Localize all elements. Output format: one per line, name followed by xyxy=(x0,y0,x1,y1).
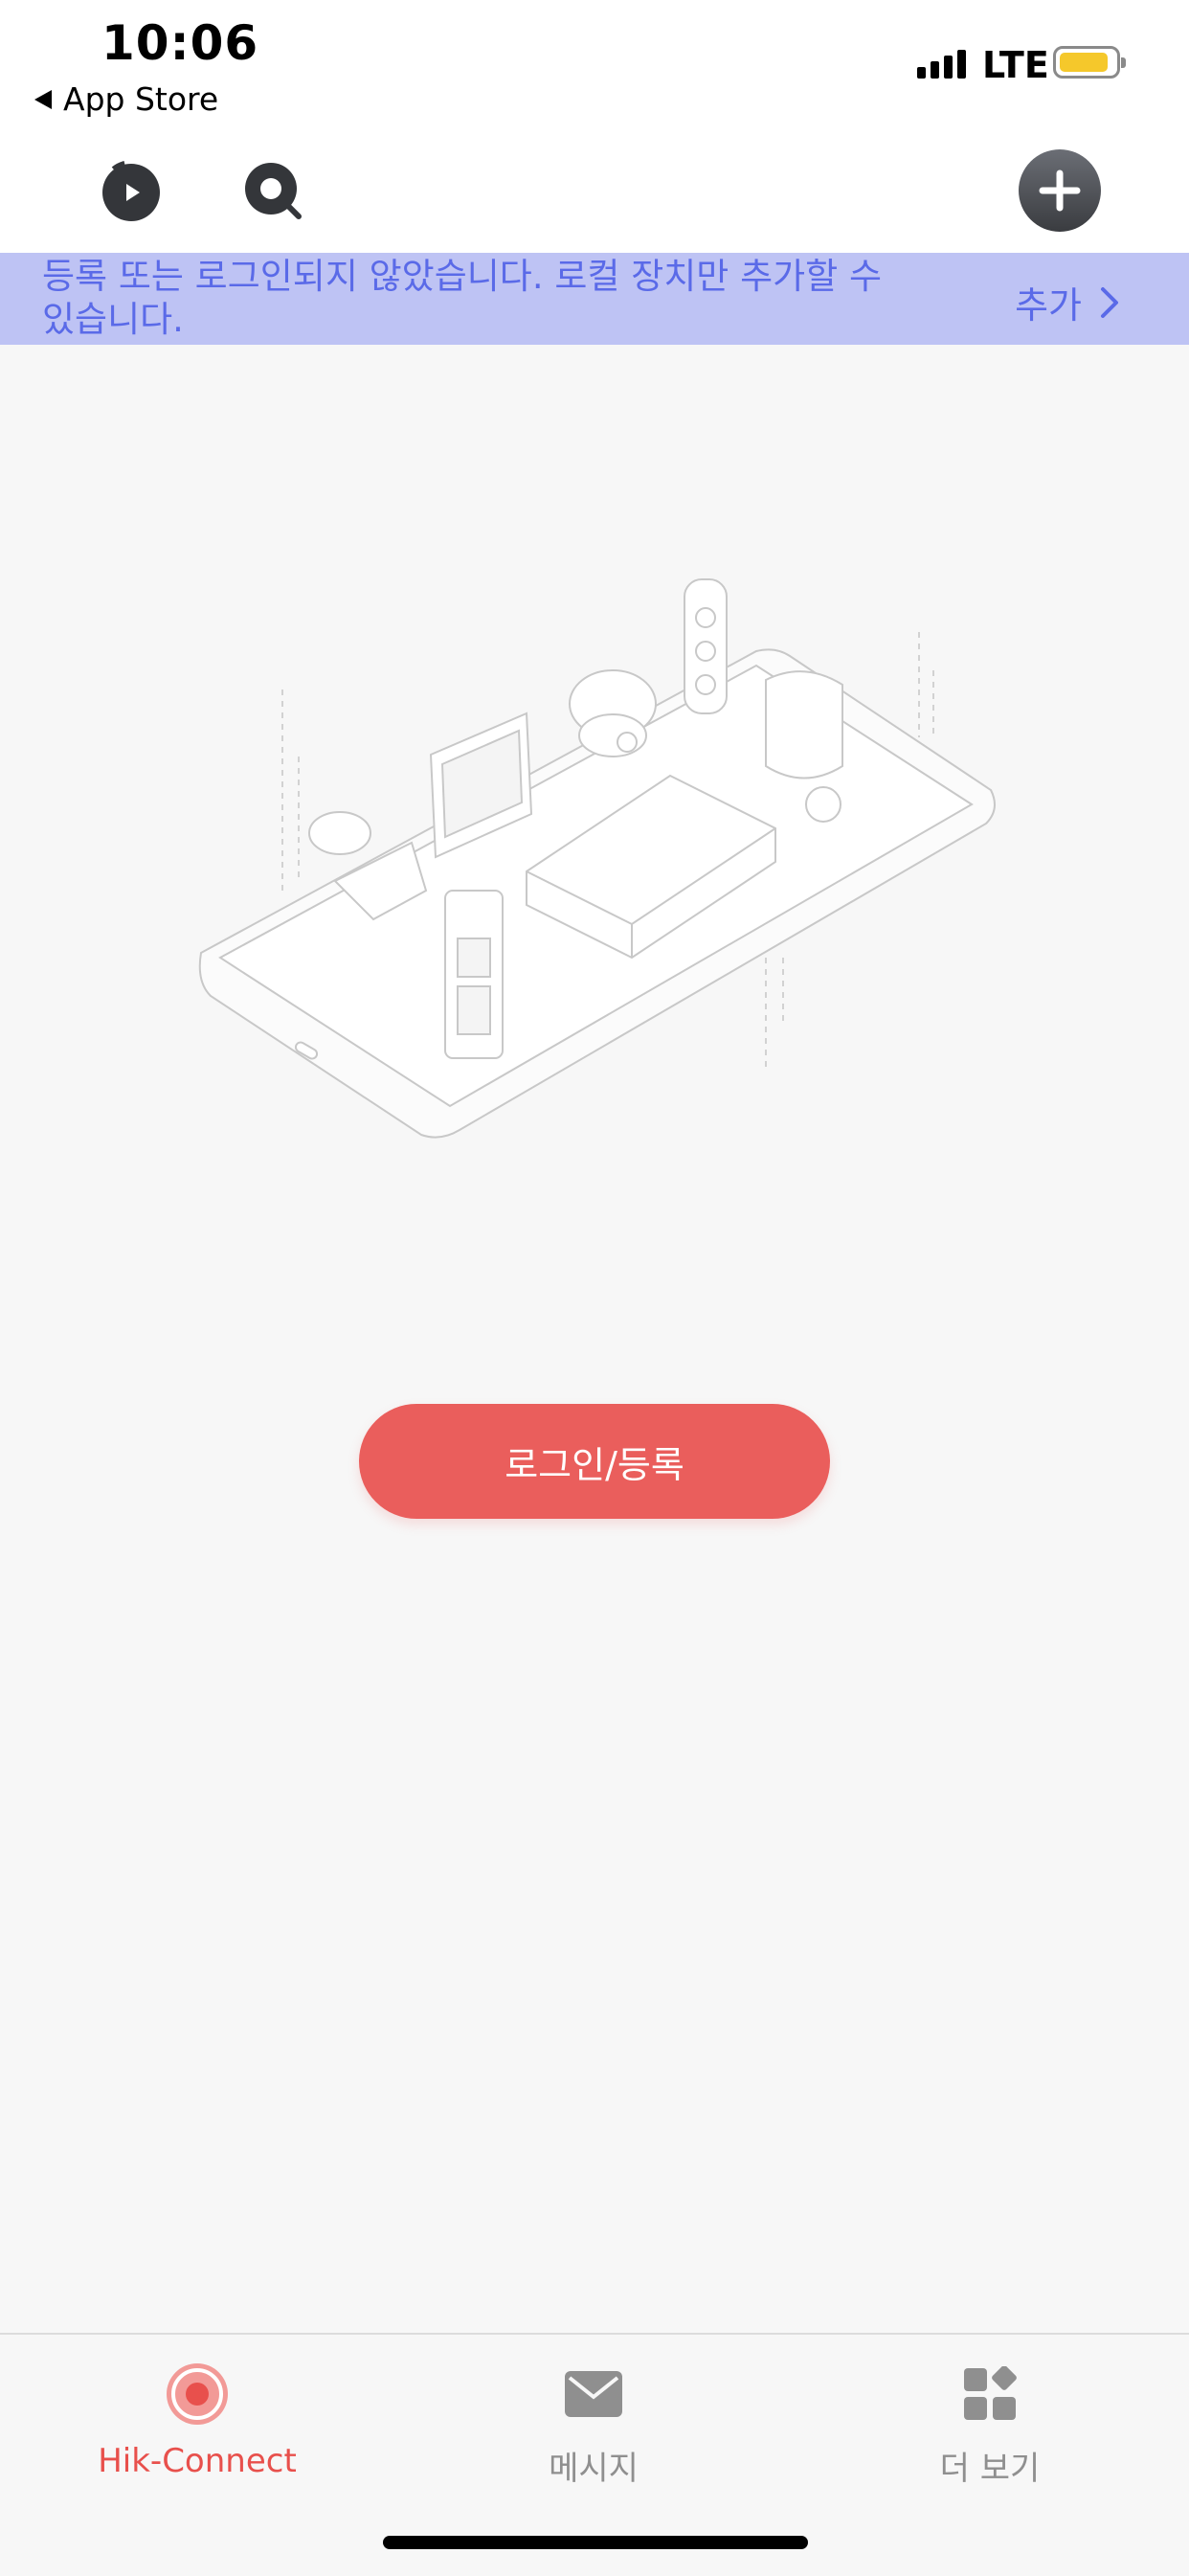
home-indicator[interactable] xyxy=(383,2536,808,2549)
login-register-button[interactable]: 로그인/등록 xyxy=(359,1404,830,1519)
tab-label: 메시지 xyxy=(549,2450,639,2488)
envelope-icon xyxy=(565,2371,622,2417)
live-view-button[interactable] xyxy=(96,155,167,226)
add-device-button[interactable] xyxy=(1019,149,1101,232)
back-arrow-icon xyxy=(34,89,52,109)
tab-messages[interactable]: 메시지 xyxy=(450,2360,737,2489)
banner-add-label: 추가 xyxy=(1015,284,1082,327)
chevron-right-icon xyxy=(1101,286,1118,318)
tab-label: Hik-Connect xyxy=(98,2442,297,2480)
hik-connect-icon xyxy=(167,2363,228,2425)
tab-hik-connect[interactable]: Hik-Connect xyxy=(54,2360,341,2480)
network-type: LTE xyxy=(982,44,1049,86)
banner-message: 등록 또는 로그인되지 않았습니다. 로컬 장치만 추가할 수 있습니다. xyxy=(42,256,883,340)
back-to-app-store-link[interactable]: App Store xyxy=(34,80,218,118)
plus-icon xyxy=(1039,169,1081,212)
top-toolbar xyxy=(0,134,1189,253)
status-bar: 10:06 App Store LTE xyxy=(0,0,1189,134)
banner-add-link[interactable]: 추가 xyxy=(1015,276,1122,328)
battery-icon xyxy=(1053,46,1126,79)
tab-more[interactable]: 더 보기 xyxy=(846,2360,1133,2489)
status-time: 10:06 xyxy=(101,15,259,71)
search-icon xyxy=(245,163,302,219)
more-grid-icon xyxy=(964,2366,1017,2420)
tab-label: 더 보기 xyxy=(939,2450,1041,2488)
search-button[interactable] xyxy=(239,155,310,226)
back-app-label: App Store xyxy=(63,80,219,118)
devices-on-phone-illustration xyxy=(198,578,996,1139)
battery-level-fill xyxy=(1060,53,1109,72)
play-circle-icon xyxy=(102,161,160,221)
not-logged-in-banner: 등록 또는 로그인되지 않았습니다. 로컬 장치만 추가할 수 있습니다. 추가 xyxy=(0,253,1189,345)
signal-strength-icon xyxy=(917,50,966,79)
